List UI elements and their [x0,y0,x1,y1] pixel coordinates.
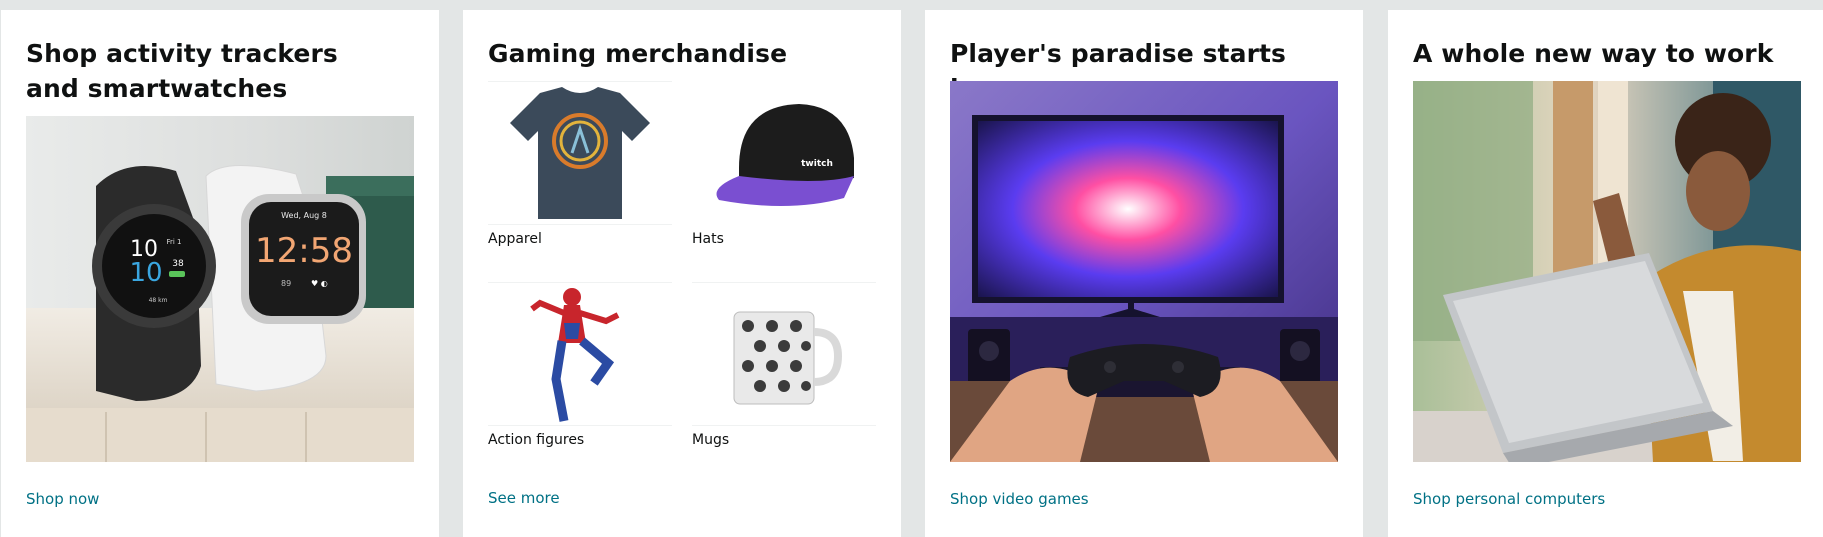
svg-text:♥ ◐: ♥ ◐ [311,279,328,288]
card-video-games: Player's paradise starts here [925,10,1363,537]
card-title: A whole new way to work [1413,39,1774,68]
shop-personal-computers-link[interactable]: Shop personal computers [1413,490,1605,508]
mug-image[interactable] [692,282,876,426]
svg-text:twitch: twitch [801,159,833,169]
card-title: Gaming merchandise [488,39,788,68]
tile-apparel[interactable]: Apparel [488,81,672,247]
action-figure-image[interactable] [488,282,672,426]
svg-text:38: 38 [172,259,184,269]
svg-text:Fri 1: Fri 1 [166,238,181,246]
tile-hats[interactable]: twitch Hats [692,81,876,247]
shop-video-games-link[interactable]: Shop video games [950,490,1089,508]
tile-mugs[interactable]: Mugs [692,282,876,448]
card-activity-trackers: Shop activity trackers and smartwatches [1,10,439,537]
card-title: Shop activity trackers and smartwatches [26,39,338,103]
tile-label[interactable]: Action figures [488,432,672,448]
card-gaming-merchandise: Gaming merchandise Apparel twitch Hats A… [463,10,901,537]
tile-action-figures[interactable]: Action figures [488,282,672,448]
svg-text:89: 89 [281,279,291,288]
svg-text:Wed, Aug 8: Wed, Aug 8 [281,211,327,220]
shop-now-link[interactable]: Shop now [26,490,99,508]
tile-label[interactable]: Mugs [692,432,876,448]
tile-label[interactable]: Hats [692,231,876,247]
tshirt-image[interactable] [488,81,672,225]
svg-text:48 km: 48 km [149,297,168,304]
svg-text:10: 10 [129,258,162,288]
laptop-work-image[interactable] [1413,81,1801,462]
gaming-setup-image[interactable] [950,81,1338,462]
cap-image[interactable]: twitch [692,81,876,225]
tile-label[interactable]: Apparel [488,231,672,247]
smartwatches-image[interactable]: Wed, Aug 8 12:58 89 ♥ ◐ 10 Fri 1 10 38 4… [26,116,414,462]
card-personal-computers: A whole new way to work Shop personal co… [1388,10,1823,537]
see-more-link[interactable]: See more [488,489,560,507]
svg-text:12:58: 12:58 [255,231,353,271]
